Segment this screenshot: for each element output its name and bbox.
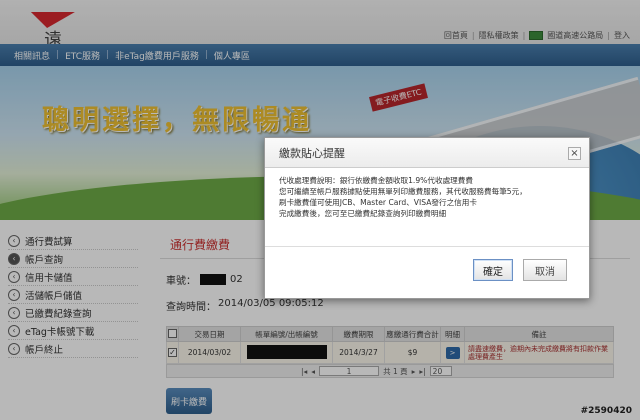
close-icon[interactable]: × [568, 147, 581, 160]
dialog-footer: 確定 取消 [265, 246, 589, 281]
dialog-body: 代收處理費說明：銀行依繳費金額收取1.9%代收處理費費 您可繼續至帳戶服務據點使… [279, 175, 579, 219]
dialog-line: 您可繼續至帳戶服務據點使用無單列印繳費服務，其代收服務費每筆5元， [279, 187, 527, 196]
dialog-line: 完成繳費後，您可至已繳費紀錄查詢列印繳費明細 [279, 209, 447, 218]
dialog-line: 代收處理費說明：銀行依繳費金額收取1.9%代收處理費費 [279, 176, 473, 185]
payment-reminder-dialog: 繳款貼心提醒 × 代收處理費說明：銀行依繳費金額收取1.9%代收處理費費 您可繼… [264, 137, 590, 299]
cancel-button[interactable]: 取消 [523, 259, 567, 281]
confirm-button[interactable]: 確定 [473, 259, 513, 281]
dialog-title: 繳款貼心提醒 [265, 138, 589, 168]
dialog-line: 刷卡繳費僅可使用JCB、Master Card、VISA發行之信用卡 [279, 198, 477, 207]
